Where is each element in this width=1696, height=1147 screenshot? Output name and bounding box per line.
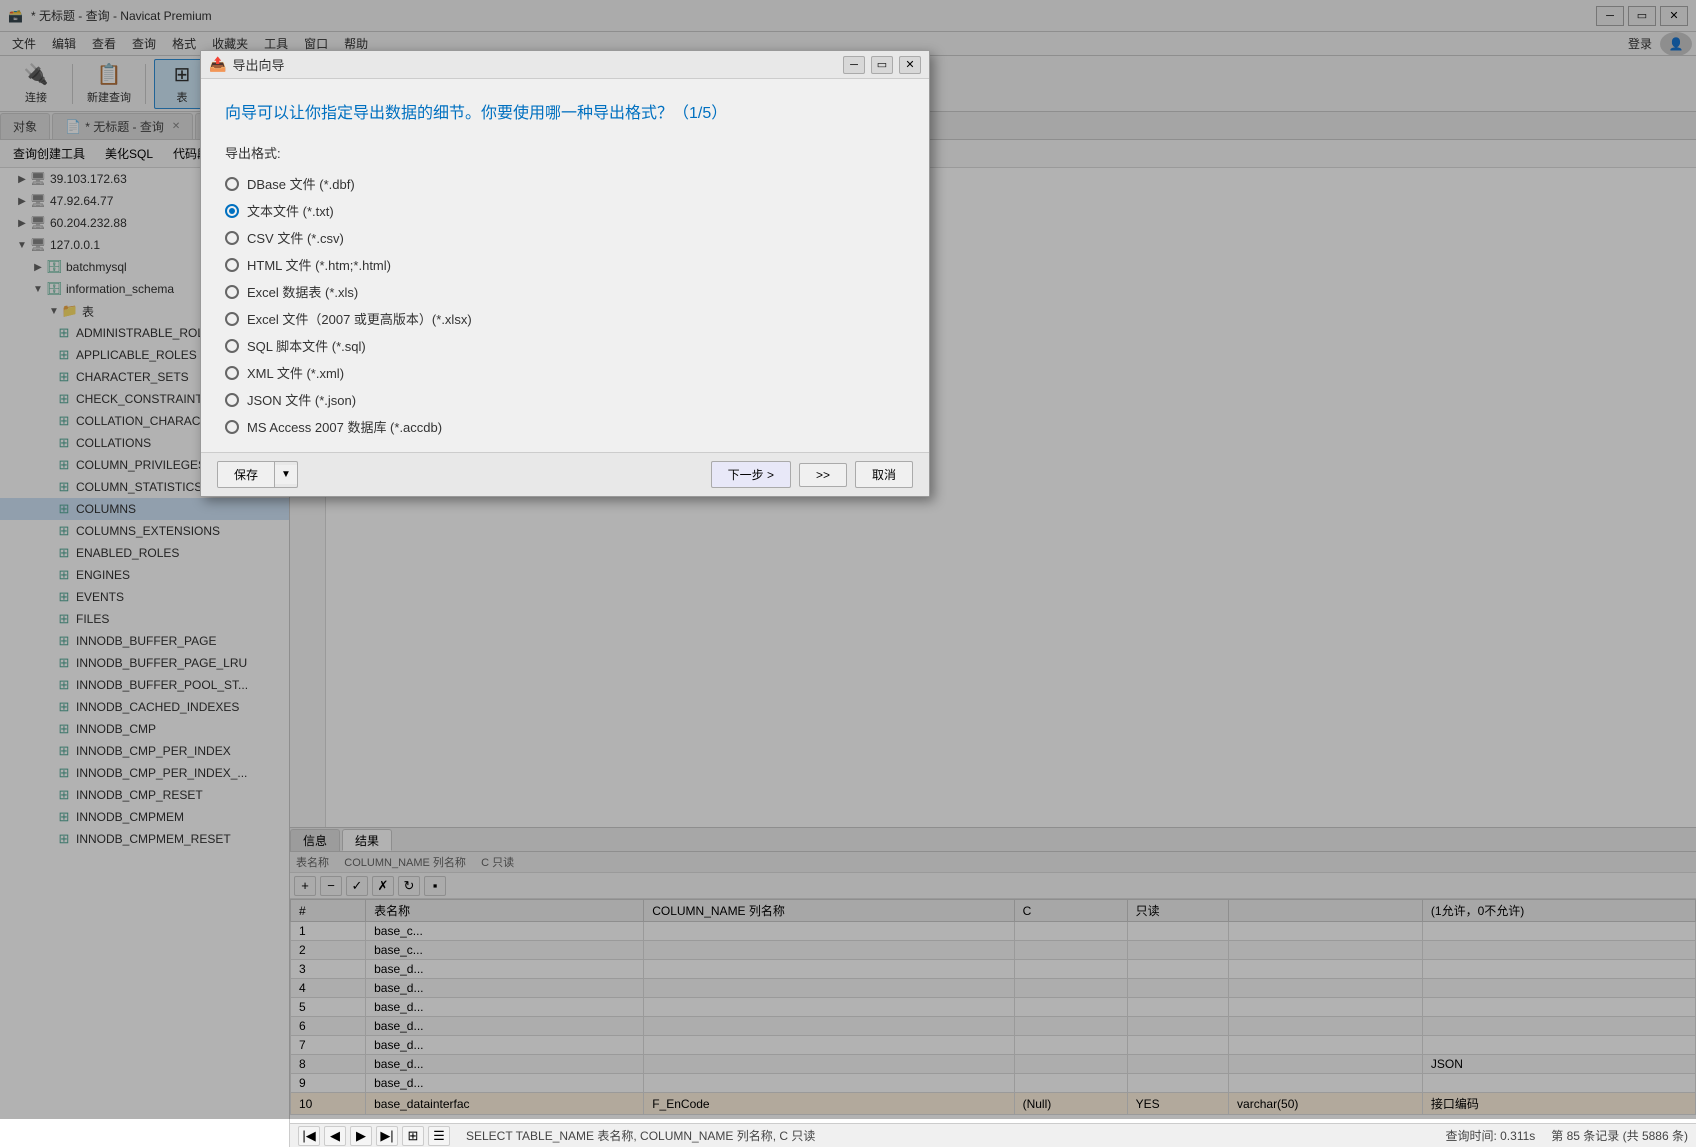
radio-sql-circle	[225, 339, 239, 353]
radio-html[interactable]: HTML 文件 (*.htm;*.html)	[225, 255, 905, 274]
modal-heading: 向导可以让你指定导出数据的细节。你要使用哪一种导出格式？（1/5）	[225, 99, 905, 123]
radio-xml-label: XML 文件 (*.xml)	[247, 363, 344, 382]
radio-xlsx[interactable]: Excel 文件（2007 或更高版本）(*.xlsx)	[225, 309, 905, 328]
modal-minimize-btn[interactable]: ─	[843, 56, 865, 74]
modal-close-btn[interactable]: ✕	[899, 56, 921, 74]
radio-xml-circle	[225, 366, 239, 380]
prev-page-btn[interactable]: ◀	[324, 1126, 346, 1146]
radio-dbf[interactable]: DBase 文件 (*.dbf)	[225, 174, 905, 193]
radio-xls[interactable]: Excel 数据表 (*.xls)	[225, 282, 905, 301]
radio-html-circle	[225, 258, 239, 272]
radio-xml[interactable]: XML 文件 (*.xml)	[225, 363, 905, 382]
radio-xlsx-circle	[225, 312, 239, 326]
radio-txt-label: 文本文件 (*.txt)	[247, 201, 334, 220]
radio-xls-label: Excel 数据表 (*.xls)	[247, 282, 358, 301]
radio-accdb-label: MS Access 2007 数据库 (*.accdb)	[247, 417, 442, 436]
modal-title-icon: 📤	[209, 56, 226, 73]
modal-format-label: 导出格式:	[225, 143, 905, 162]
radio-dbf-label: DBase 文件 (*.dbf)	[247, 174, 355, 193]
save-dropdown-btn[interactable]: ▼	[275, 465, 297, 484]
radio-json-label: JSON 文件 (*.json)	[247, 390, 356, 409]
radio-txt-circle	[225, 204, 239, 218]
radio-dbf-circle	[225, 177, 239, 191]
first-page-btn[interactable]: |◀	[298, 1126, 320, 1146]
skip-button[interactable]: >>	[799, 463, 847, 487]
last-page-btn[interactable]: ▶|	[376, 1126, 398, 1146]
grid-view-btn[interactable]: ⊞	[402, 1126, 424, 1146]
radio-json-circle	[225, 393, 239, 407]
status-sql: SELECT TABLE_NAME 表名称, COLUMN_NAME 列名称, …	[466, 1127, 815, 1144]
table-nav-btns: |◀ ◀ ▶ ▶| ⊞ ☰	[298, 1126, 450, 1146]
next-step-button[interactable]: 下一步 >	[711, 461, 791, 488]
radio-html-label: HTML 文件 (*.htm;*.html)	[247, 255, 391, 274]
radio-accdb[interactable]: MS Access 2007 数据库 (*.accdb)	[225, 417, 905, 436]
modal-maximize-btn[interactable]: ▭	[871, 56, 893, 74]
radio-xlsx-label: Excel 文件（2007 或更高版本）(*.xlsx)	[247, 309, 472, 328]
save-button[interactable]: 保存	[218, 462, 275, 487]
modal-body: 向导可以让你指定导出数据的细节。你要使用哪一种导出格式？（1/5） 导出格式: …	[201, 79, 929, 452]
modal-title-text: 导出向导	[232, 55, 837, 74]
modal-footer: 保存 ▼ 下一步 > >> 取消	[201, 452, 929, 496]
radio-csv-label: CSV 文件 (*.csv)	[247, 228, 344, 247]
radio-txt[interactable]: 文本文件 (*.txt)	[225, 201, 905, 220]
status-query-time: 查询时间: 0.311s	[1445, 1127, 1535, 1144]
radio-sql-label: SQL 脚本文件 (*.sql)	[247, 336, 366, 355]
modal-title-bar: 📤 导出向导 ─ ▭ ✕	[201, 51, 929, 79]
radio-accdb-circle	[225, 420, 239, 434]
status-bar: |◀ ◀ ▶ ▶| ⊞ ☰ SELECT TABLE_NAME 表名称, COL…	[290, 1123, 1696, 1147]
status-row-info: 第 85 条记录 (共 5886 条)	[1551, 1127, 1688, 1144]
modal-overlay: 📤 导出向导 ─ ▭ ✕ 向导可以让你指定导出数据的细节。你要使用哪一种导出格式…	[0, 0, 1696, 1119]
form-view-btn[interactable]: ☰	[428, 1126, 450, 1146]
radio-xls-circle	[225, 285, 239, 299]
radio-sql[interactable]: SQL 脚本文件 (*.sql)	[225, 336, 905, 355]
modal-dialog: 📤 导出向导 ─ ▭ ✕ 向导可以让你指定导出数据的细节。你要使用哪一种导出格式…	[200, 50, 930, 497]
next-page-btn[interactable]: ▶	[350, 1126, 372, 1146]
radio-group: DBase 文件 (*.dbf) 文本文件 (*.txt) CSV 文件 (*.…	[225, 174, 905, 436]
radio-json[interactable]: JSON 文件 (*.json)	[225, 390, 905, 409]
footer-save-area: 保存 ▼	[217, 461, 298, 488]
radio-csv[interactable]: CSV 文件 (*.csv)	[225, 228, 905, 247]
cancel-button[interactable]: 取消	[855, 461, 913, 488]
radio-csv-circle	[225, 231, 239, 245]
